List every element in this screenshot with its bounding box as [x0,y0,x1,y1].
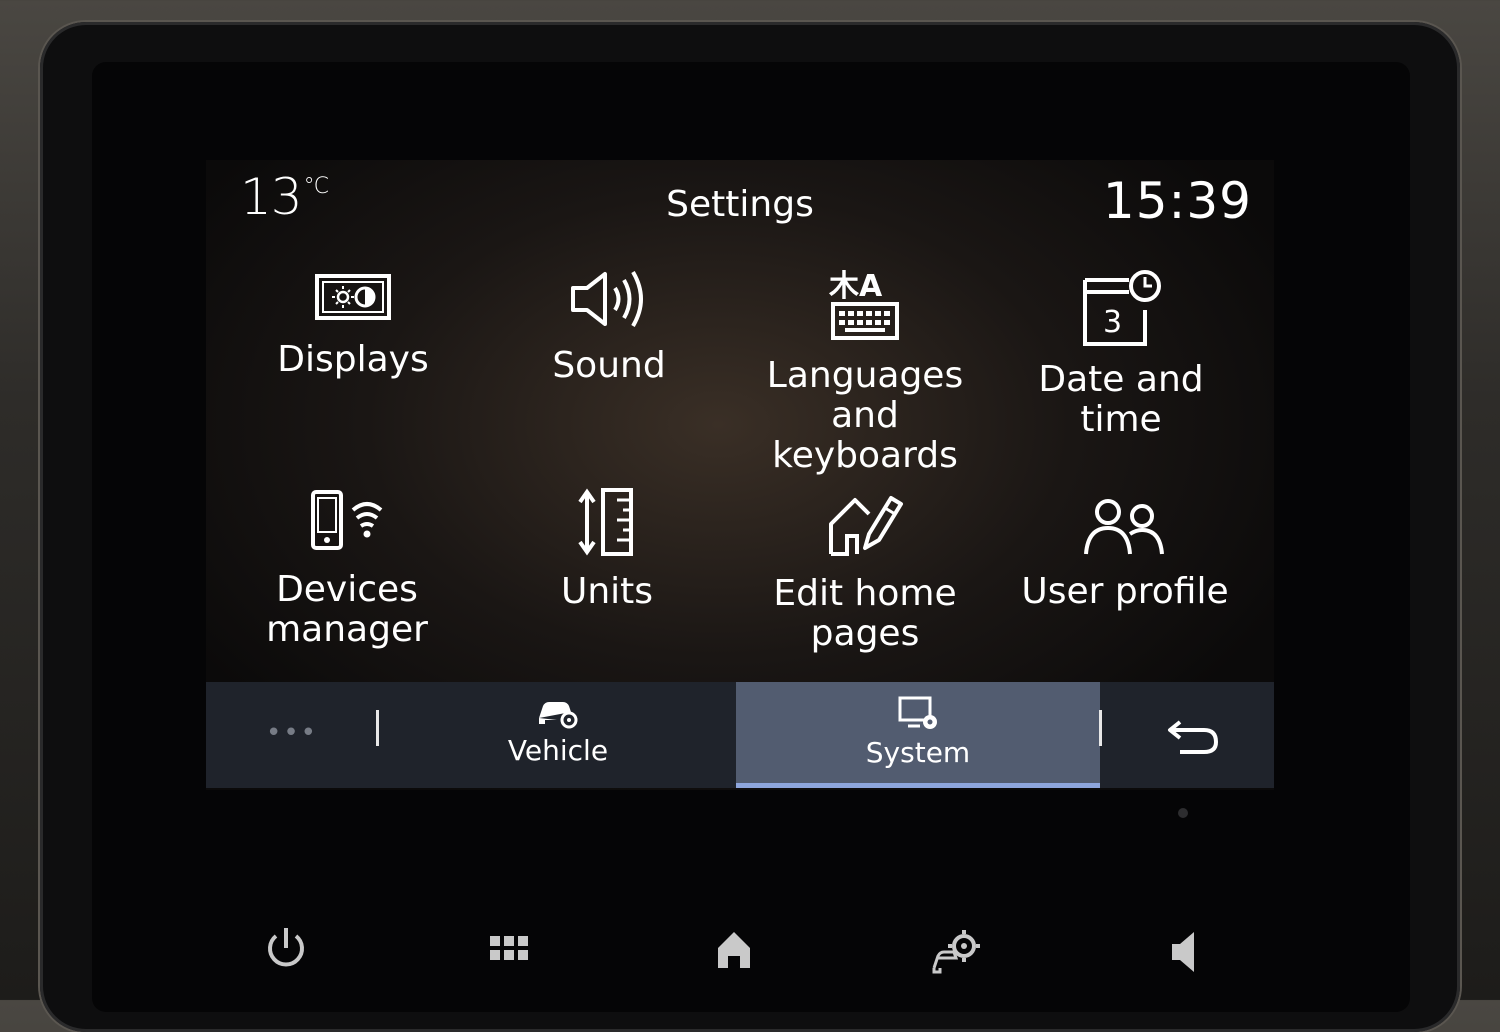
more-tabs-button[interactable]: ••• [266,718,318,748]
users-icon [1084,499,1164,555]
tab-vehicle[interactable]: Vehicle [438,682,678,788]
settings-item-displays[interactable]: Displays [228,266,478,380]
tab-label: Vehicle [507,734,609,767]
vehicle-settings-icon [932,930,980,974]
settings-item-label: Languages and keyboards [766,355,964,476]
settings-item-label: Devices manager [266,569,428,650]
tab-bar: ••• Vehicle System [206,682,1274,788]
apps-button[interactable] [480,920,540,980]
back-arrow-icon [1168,720,1219,754]
settings-item-units[interactable]: Units [482,486,732,612]
settings-item-devices[interactable]: Devices manager [222,486,472,650]
tab-label: System [865,736,971,769]
settings-item-date-time[interactable]: 3 Date and time [996,266,1246,440]
power-button[interactable] [256,920,316,980]
edit-home-icon [829,496,903,556]
settings-item-user-profile[interactable]: User profile [1000,494,1250,612]
settings-item-label: Sound [552,345,666,386]
tab-divider [1099,710,1102,746]
clock: 15:39 [1102,172,1252,230]
home-icon [718,932,750,968]
apps-grid-icon [490,936,528,960]
calendar-clock-icon: 3 [1083,270,1161,346]
settings-item-label: Units [560,571,654,612]
back-button[interactable] [1136,682,1256,788]
volume-button[interactable] [1156,920,1216,980]
monitor-settings-icon [898,696,937,729]
volume-icon [1172,932,1194,972]
infotainment-screen: 13°C Settings 15:39 Displays Sound 木A La… [206,160,1274,790]
settings-grid: Displays Sound 木A Languages and keyboard… [206,258,1274,688]
settings-item-label: Edit home pages [773,573,957,654]
phone-wifi-icon [311,490,383,550]
settings-item-languages[interactable]: 木A Languages and keyboards [740,262,990,476]
ruler-icon [578,488,633,556]
ambient-sensor [1178,808,1188,818]
vehicle-settings-button[interactable] [928,920,988,980]
tab-system[interactable]: System [736,682,1100,788]
status-bar: 13°C Settings 15:39 [206,160,1274,250]
settings-item-sound[interactable]: Sound [484,266,734,386]
car-settings-icon [539,702,578,729]
speaker-icon [571,270,643,328]
settings-item-label: Date and time [1038,359,1204,440]
tab-divider [376,710,379,746]
calendar-day: 3 [1103,305,1122,340]
language-keyboard-icon: 木A [828,269,899,340]
settings-item-label: User profile [1021,571,1229,612]
settings-item-label: Displays [277,339,429,380]
settings-item-edit-home[interactable]: Edit home pages [740,490,990,654]
power-icon [268,928,304,967]
home-button[interactable] [704,920,764,980]
display-brightness-icon [315,274,391,320]
svg-text:木A: 木A [828,269,883,304]
